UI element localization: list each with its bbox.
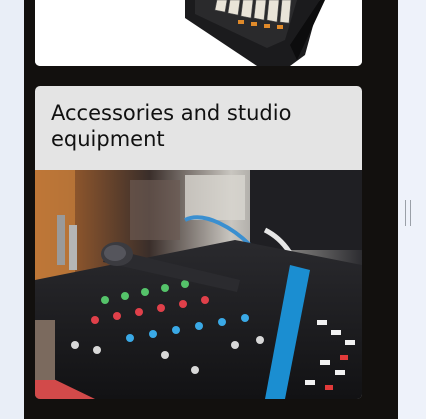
product-card-synthesizer[interactable] — [35, 0, 362, 66]
product-card-accessories[interactable]: Accessories and studio equipment — [35, 86, 362, 399]
vertical-resize-handle-icon[interactable] — [405, 200, 411, 226]
left-gutter — [0, 0, 24, 419]
mixing-console-image — [35, 170, 362, 399]
card-title: Accessories and studio equipment — [51, 101, 292, 151]
scroll-area — [398, 0, 426, 419]
synthesizer-image — [35, 0, 362, 66]
